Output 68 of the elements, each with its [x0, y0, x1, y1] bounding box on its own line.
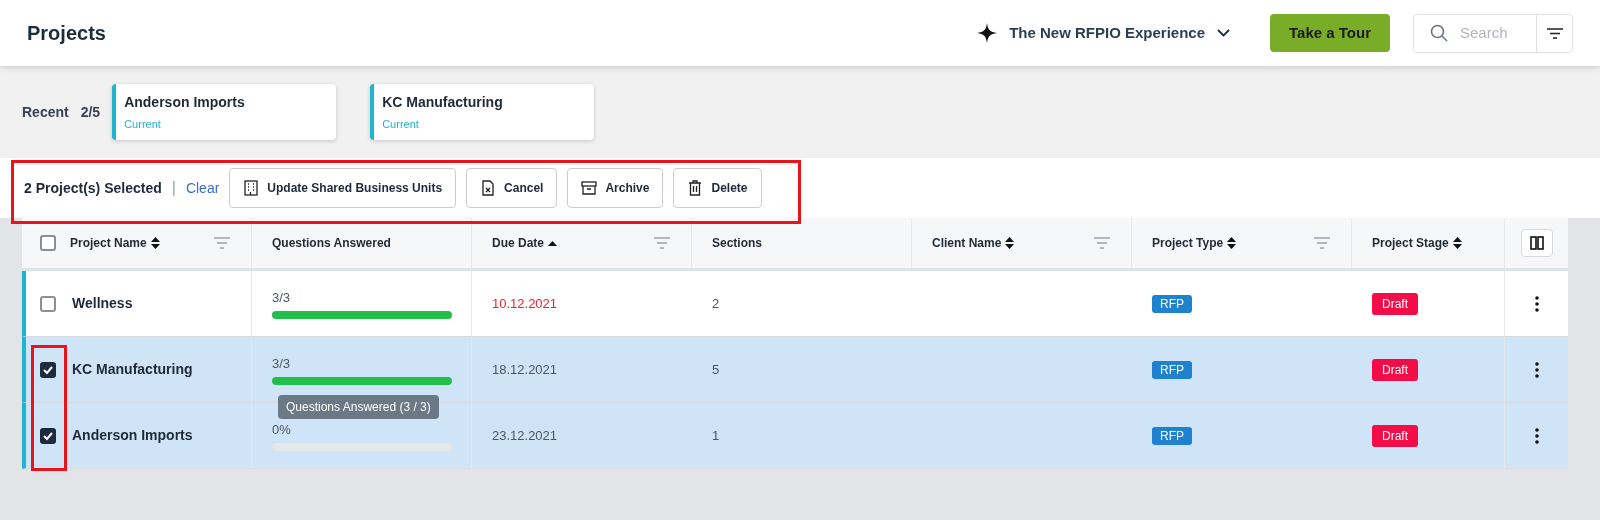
- sections-cell: 5: [712, 362, 720, 377]
- columns-toggle-button[interactable]: [1520, 229, 1553, 257]
- building-icon: [243, 180, 260, 196]
- clear-link[interactable]: Clear: [185, 177, 220, 199]
- column-header[interactable]: Project Type: [1152, 234, 1224, 252]
- sparkle-icon: [977, 23, 998, 43]
- selection-count: 2 Project(s) Selected: [24, 178, 162, 198]
- project-status: Current: [124, 117, 162, 132]
- project-status: Current: [382, 117, 420, 132]
- recent-count: 2/5: [80, 102, 101, 122]
- sections-cell: 1: [712, 428, 720, 443]
- separator: |: [171, 178, 176, 198]
- action-button[interactable]: Cancel: [466, 168, 558, 208]
- columns-icon: [1529, 236, 1544, 250]
- column-header[interactable]: Sections: [712, 234, 762, 252]
- filter-icon: [1546, 27, 1563, 39]
- project-name-cell[interactable]: KC Manufacturing: [72, 359, 193, 380]
- action-button[interactable]: Update Shared Business Units: [229, 168, 457, 208]
- action-button[interactable]: Archive: [567, 168, 664, 208]
- project-type-tag: RFP: [1152, 361, 1192, 379]
- project-name: KC Manufacturing: [382, 93, 504, 112]
- column-header[interactable]: Questions Answered: [272, 234, 391, 252]
- project-stage-tag: Draft: [1372, 292, 1418, 315]
- project-type-tag: RFP: [1152, 427, 1192, 445]
- chevron-down-icon: [1217, 29, 1231, 37]
- more-icon: [1534, 361, 1539, 378]
- project-stage-tag: Draft: [1372, 424, 1418, 447]
- column-header[interactable]: Client Name: [932, 234, 1002, 252]
- take-a-tour-button[interactable]: Take a Tour: [1270, 14, 1390, 52]
- recent-project-card[interactable]: KC Manufacturing Current: [370, 84, 595, 140]
- project-name-cell[interactable]: Anderson Imports: [72, 425, 193, 446]
- column-header[interactable]: Project Stage: [1372, 234, 1449, 252]
- more-icon: [1534, 427, 1539, 444]
- project-name: Anderson Imports: [124, 93, 246, 112]
- due-date-cell: 23.12.2021: [492, 428, 558, 443]
- more-icon: [1534, 295, 1539, 312]
- sort-ascending-icon[interactable]: [548, 240, 557, 246]
- project-stage-tag: Draft: [1372, 358, 1418, 381]
- sort-icon[interactable]: [1005, 237, 1015, 249]
- checkbox[interactable]: [40, 295, 56, 312]
- sections-cell: 2: [712, 296, 720, 311]
- answered-count: 0%: [272, 421, 292, 440]
- answered-count: 3/3: [272, 289, 292, 308]
- sort-icon[interactable]: [1227, 237, 1237, 249]
- recent-label: Recent: [22, 102, 69, 122]
- page-title: Projects: [27, 21, 106, 46]
- checkbox[interactable]: [40, 235, 56, 251]
- trash-icon: [687, 180, 704, 196]
- due-date-cell: 10.12.2021: [492, 296, 558, 311]
- sort-icon[interactable]: [1452, 237, 1462, 249]
- checkbox[interactable]: [40, 361, 56, 378]
- archive-icon: [581, 180, 598, 196]
- experience-dropdown[interactable]: The New RFPIO Experience: [977, 21, 1231, 45]
- tooltip: Questions Answered (3 / 3): [278, 395, 439, 419]
- checkbox[interactable]: [40, 427, 56, 444]
- search-icon: [1430, 24, 1448, 42]
- column-header[interactable]: Due Date: [492, 234, 544, 252]
- search-field[interactable]: Search: [1460, 21, 1520, 45]
- recent-project-card[interactable]: Anderson Imports Current: [112, 84, 337, 140]
- action-button[interactable]: Delete: [673, 168, 762, 208]
- due-date-cell: 18.12.2021: [492, 362, 558, 377]
- table-row[interactable]: Wellness 3/3 10.12.2021 2 RFP Draft: [22, 271, 1568, 337]
- column-header[interactable]: Project Name: [70, 234, 147, 252]
- document-x-icon: [480, 180, 497, 196]
- project-type-tag: RFP: [1152, 295, 1192, 313]
- project-name-cell[interactable]: Wellness: [72, 293, 133, 314]
- sort-icon[interactable]: [150, 237, 160, 249]
- answered-count: 3/3: [272, 355, 292, 374]
